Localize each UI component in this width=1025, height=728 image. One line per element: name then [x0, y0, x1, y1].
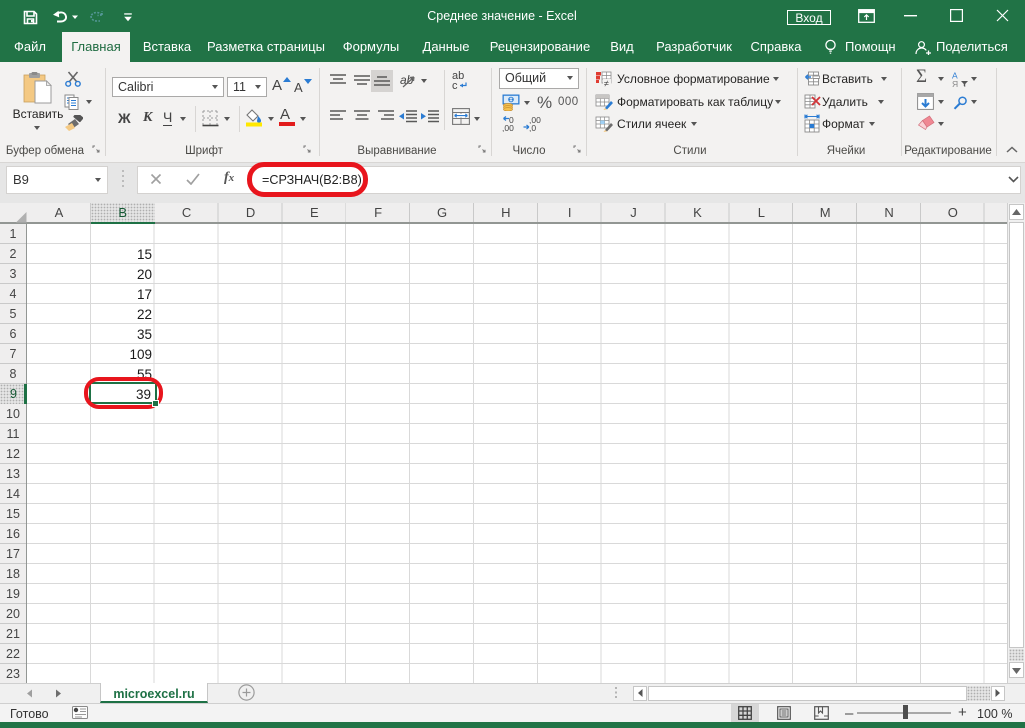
- svg-text:,0: ,0: [529, 123, 536, 132]
- svg-text:≠: ≠: [604, 79, 609, 88]
- svg-text:c: c: [452, 80, 458, 90]
- svg-text:ab: ab: [400, 73, 414, 87]
- svg-text:,00: ,00: [502, 123, 514, 132]
- svg-text:Я: Я: [952, 79, 958, 87]
